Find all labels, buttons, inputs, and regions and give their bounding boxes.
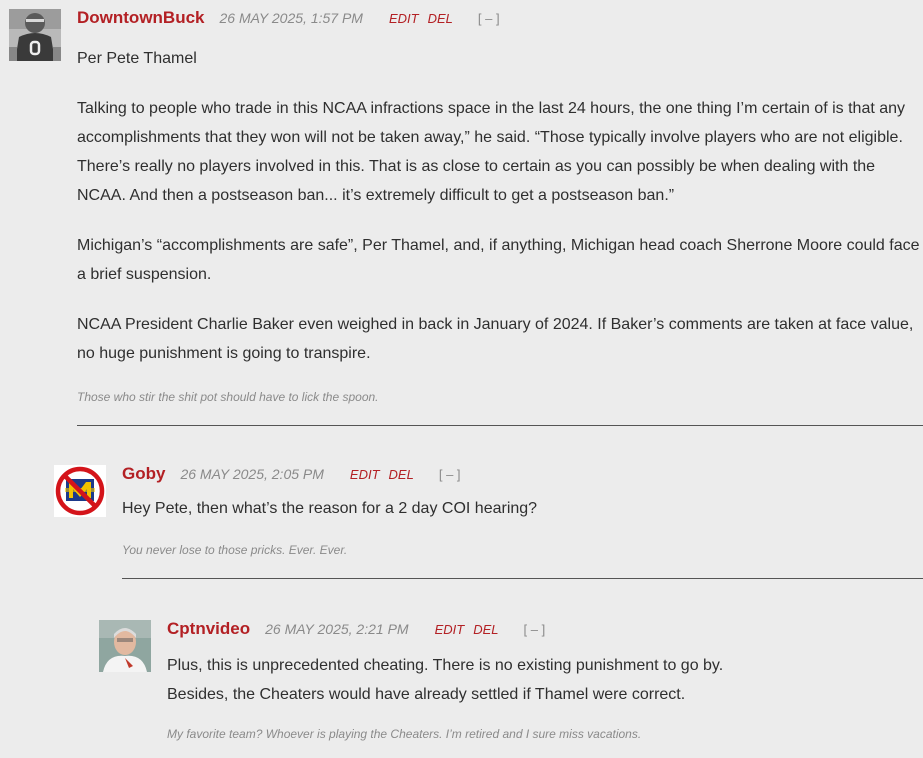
collapse-toggle[interactable]: [ – ] bbox=[439, 467, 461, 482]
edit-link[interactable]: EDIT bbox=[435, 622, 465, 637]
collapse-toggle[interactable]: [ – ] bbox=[478, 11, 500, 26]
comment-body: DowntownBuck 26 MAY 2025, 1:57 PM EDIT D… bbox=[77, 0, 923, 426]
author-name[interactable]: Goby bbox=[122, 464, 165, 484]
avatar-person-photo bbox=[99, 620, 151, 672]
user-signature: Those who stir the shit pot should have … bbox=[77, 390, 379, 404]
comment-paragraph: Talking to people who trade in this NCAA… bbox=[77, 100, 906, 204]
comment-text: Per Pete Thamel Talking to people who tr… bbox=[77, 44, 923, 368]
comment-thread: DowntownBuck 26 MAY 2025, 1:57 PM EDIT D… bbox=[0, 0, 923, 758]
comment-meta: DowntownBuck 26 MAY 2025, 1:57 PM EDIT D… bbox=[77, 0, 923, 36]
avatar[interactable] bbox=[9, 9, 61, 61]
comment-paragraph: NCAA President Charlie Baker even weighe… bbox=[77, 316, 914, 362]
comment-paragraph: Michigan’s “accomplishments are safe”, P… bbox=[77, 237, 920, 283]
comment-paragraph: Per Pete Thamel bbox=[77, 50, 197, 67]
comment-date[interactable]: 26 MAY 2025, 2:05 PM bbox=[180, 466, 323, 482]
comment-paragraph: Plus, this is unprecedented cheating. Th… bbox=[167, 657, 724, 674]
comment-meta: Goby 26 MAY 2025, 2:05 PM EDIT DEL [ – ] bbox=[122, 456, 923, 492]
comment-text: Plus, this is unprecedented cheating. Th… bbox=[167, 651, 923, 709]
author-name[interactable]: DowntownBuck bbox=[77, 8, 205, 28]
edit-link[interactable]: EDIT bbox=[389, 11, 419, 26]
delete-link[interactable]: DEL bbox=[389, 467, 414, 482]
comment-body: Cptnvideo 26 MAY 2025, 2:21 PM EDIT DEL … bbox=[167, 612, 923, 742]
user-signature: You never lose to those pricks. Ever. Ev… bbox=[122, 543, 348, 557]
avatar[interactable] bbox=[54, 465, 106, 517]
edit-link[interactable]: EDIT bbox=[350, 467, 380, 482]
avatar-no-michigan-image bbox=[54, 465, 106, 517]
comment-paragraph: Hey Pete, then what’s the reason for a 2… bbox=[122, 500, 538, 517]
delete-link[interactable]: DEL bbox=[473, 622, 498, 637]
collapse-toggle[interactable]: [ – ] bbox=[524, 622, 546, 637]
comment-paragraph: Besides, the Cheaters would have already… bbox=[167, 686, 686, 703]
comment-meta: Cptnvideo 26 MAY 2025, 2:21 PM EDIT DEL … bbox=[167, 612, 923, 646]
author-name[interactable]: Cptnvideo bbox=[167, 619, 250, 639]
comment-text: Hey Pete, then what’s the reason for a 2… bbox=[122, 494, 923, 523]
avatar-football-player-image bbox=[9, 9, 61, 61]
comment-date[interactable]: 26 MAY 2025, 2:21 PM bbox=[265, 621, 408, 637]
user-signature: My favorite team? Whoever is playing the… bbox=[167, 727, 642, 741]
delete-link[interactable]: DEL bbox=[428, 11, 453, 26]
avatar[interactable] bbox=[99, 620, 151, 672]
comment-date[interactable]: 26 MAY 2025, 1:57 PM bbox=[220, 10, 363, 26]
comment-body: Goby 26 MAY 2025, 2:05 PM EDIT DEL [ – ]… bbox=[122, 456, 923, 579]
comment-divider bbox=[77, 425, 923, 426]
comment-divider bbox=[122, 578, 923, 579]
